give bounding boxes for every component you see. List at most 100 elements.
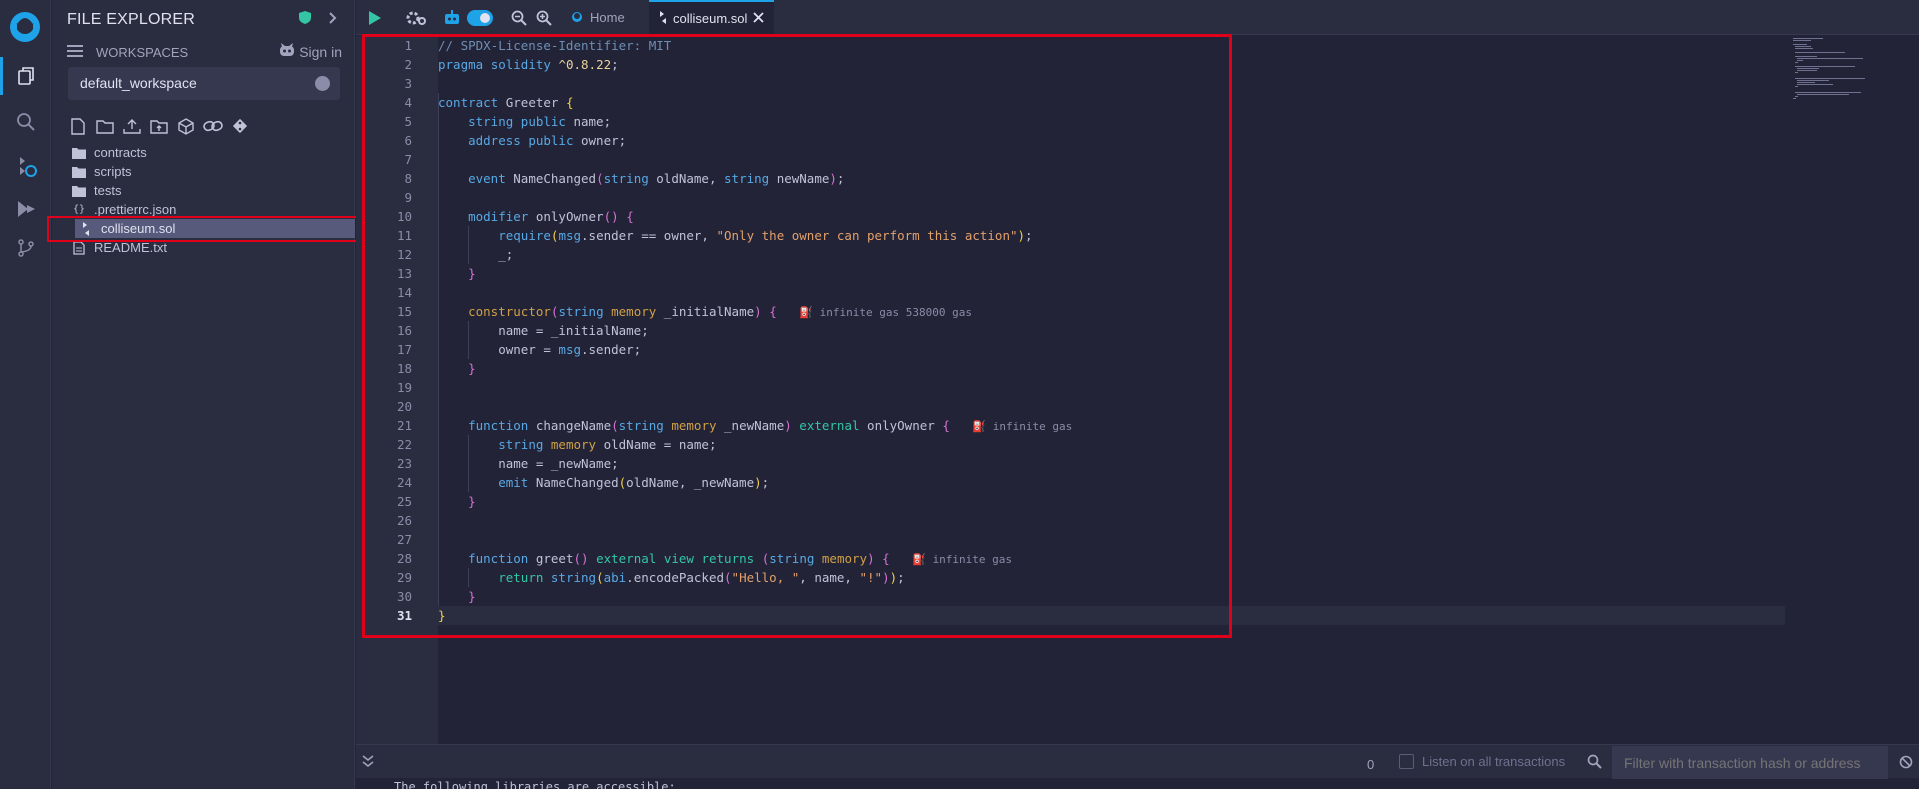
pending-tx-count: 0 — [1367, 757, 1375, 772]
tree-item-prettierrc[interactable]: {} .prettierrc.json — [68, 200, 354, 219]
code-line-13: } — [468, 266, 476, 281]
tree-item-label: tests — [94, 183, 122, 198]
zoom-out-icon[interactable] — [511, 8, 527, 28]
gas-hint-greet: ⛽ infinite gas — [912, 553, 1013, 566]
code-line-4: contract Greeter { — [438, 95, 574, 110]
line-number: 18 — [396, 361, 412, 376]
shield-icon[interactable] — [298, 10, 312, 30]
gas-hint-changename: ⛽ infinite gas — [972, 420, 1073, 433]
close-icon[interactable] — [753, 11, 765, 26]
code-editor[interactable]: 1 2 3 4 5 6 7 8 9 10 11 12 13 14 15 16 17 18 19 20 21 22 23 24 2… — [356, 36, 1919, 744]
line-number: 15 — [396, 304, 412, 319]
line-number: 21 — [396, 418, 412, 433]
line-number: 4 — [404, 95, 412, 110]
tree-item-readme[interactable]: README.txt — [68, 238, 354, 257]
github-icon — [279, 43, 295, 61]
listen-checkbox[interactable] — [1399, 754, 1414, 769]
zoom-in-icon[interactable] — [536, 8, 552, 28]
line-number: 30 — [396, 589, 412, 604]
tree-item-tests[interactable]: tests — [68, 181, 354, 200]
line-number: 6 — [404, 133, 412, 148]
remix-logo-icon[interactable] — [5, 6, 45, 46]
tree-item-colliseum-sol[interactable]: colliseum.sol — [75, 219, 355, 238]
code-line-18: } — [468, 361, 476, 376]
code-line-5: string public name; — [468, 114, 612, 129]
code-line-31: } — [438, 608, 446, 623]
file-explorer-icon[interactable] — [0, 57, 51, 95]
upload-folder-icon[interactable] — [149, 116, 169, 136]
code-line-22: string memory oldName = name; — [498, 437, 717, 452]
link-icon[interactable] — [203, 116, 223, 136]
line-number: 12 — [396, 247, 412, 262]
chevron-right-icon[interactable] — [328, 11, 338, 30]
solidity-icon — [659, 10, 667, 27]
workspace-select[interactable]: default_workspace — [68, 67, 340, 100]
ai-robot-icon[interactable] — [443, 8, 461, 28]
hamburger-menu-icon[interactable] — [67, 44, 83, 61]
code-line-8: event NameChanged(string oldName, string… — [468, 171, 845, 186]
compile-settings-icon[interactable] — [405, 8, 427, 28]
folder-icon — [72, 146, 86, 160]
line-number: 13 — [396, 266, 412, 281]
line-number: 3 — [404, 76, 412, 91]
line-number: 8 — [404, 171, 412, 186]
tree-item-label: colliseum.sol — [101, 221, 176, 236]
file-tree: contracts scripts tests {} .prettierrc.j… — [68, 143, 355, 257]
gas-hint-constructor: ⛽ infinite gas 538000 gas — [799, 306, 972, 319]
listen-label: Listen on all transactions — [1422, 754, 1566, 769]
deploy-run-icon[interactable] — [0, 190, 51, 228]
minimap[interactable] — [1785, 36, 1901, 744]
line-number: 23 — [396, 456, 412, 471]
new-folder-icon[interactable] — [95, 116, 115, 136]
upload-file-icon[interactable] — [122, 116, 142, 136]
collapse-chevrons-icon[interactable] — [362, 754, 374, 773]
editor-topbar: Home colliseum.sol — [356, 0, 1919, 35]
git-icon[interactable] — [0, 229, 51, 267]
line-number: 19 — [396, 380, 412, 395]
code-line-25: } — [468, 494, 476, 509]
line-number: 2 — [404, 57, 412, 72]
solidity-compiler-icon[interactable] — [0, 147, 51, 185]
listen-all-transactions[interactable]: Listen on all transactions — [1399, 754, 1565, 769]
folder-icon — [72, 165, 86, 179]
tab-colliseum-sol[interactable]: colliseum.sol — [649, 0, 775, 35]
tab-home[interactable]: Home — [560, 0, 635, 35]
code-line-2: pragma solidity ^0.8.22; — [438, 57, 619, 72]
tree-item-label: contracts — [94, 145, 147, 160]
ai-toggle-switch[interactable] — [467, 8, 493, 28]
solidity-file-icon — [79, 221, 93, 236]
line-number: 16 — [396, 323, 412, 338]
git-clone-icon[interactable] — [230, 116, 250, 136]
tab-label: Home — [590, 10, 625, 25]
line-number: 17 — [396, 342, 412, 357]
code-line-23: name = _newName; — [438, 456, 619, 471]
new-file-icon[interactable] — [68, 116, 88, 136]
clear-console-icon[interactable] — [1899, 755, 1913, 774]
code-line-17: owner = msg.sender; — [438, 342, 642, 357]
tree-item-contracts[interactable]: contracts — [68, 143, 354, 162]
code-line-21: function changeName(string memory _newNa… — [468, 418, 1073, 433]
transaction-filter-input[interactable] — [1612, 746, 1888, 779]
sign-in-button[interactable]: Sign in — [279, 43, 342, 61]
code-line-6: address public owner; — [468, 133, 627, 148]
run-play-icon[interactable] — [368, 8, 382, 28]
code-line-29: return string(abi.encodePacked("Hello, "… — [498, 570, 905, 585]
folder-icon — [72, 184, 86, 198]
tree-item-label: scripts — [94, 164, 132, 179]
line-number: 24 — [396, 475, 412, 490]
line-number: 26 — [396, 513, 412, 528]
code-line-10: modifier onlyOwner() { — [468, 209, 634, 224]
cube-icon[interactable] — [176, 116, 196, 136]
code-line-24: emit NameChanged(oldName, _newName); — [498, 475, 770, 490]
file-explorer-panel: FILE EXPLORER WORKSPACES Sign in default… — [52, 0, 355, 789]
tab-label: colliseum.sol — [673, 11, 748, 26]
line-number: 25 — [396, 494, 412, 509]
tree-item-scripts[interactable]: scripts — [68, 162, 354, 181]
line-number: 27 — [396, 532, 412, 547]
search-icon[interactable] — [0, 103, 51, 141]
code-line-28: function greet() external view returns (… — [468, 551, 1013, 566]
line-number: 20 — [396, 399, 412, 414]
line-number: 31 — [396, 608, 412, 623]
tree-item-label: .prettierrc.json — [94, 202, 177, 217]
line-number: 5 — [404, 114, 412, 129]
